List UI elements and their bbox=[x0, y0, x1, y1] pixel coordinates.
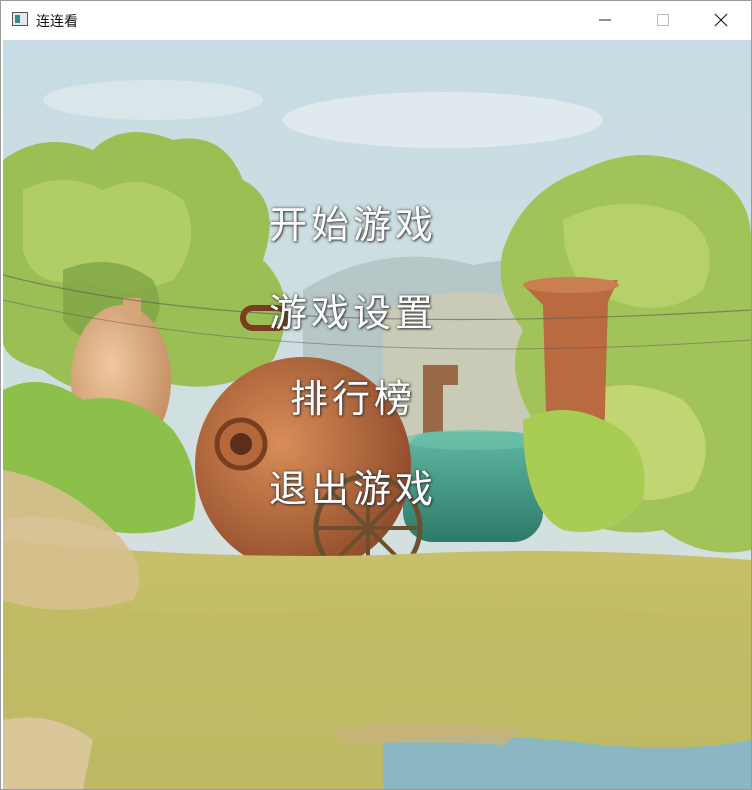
app-icon bbox=[12, 12, 28, 26]
game-settings-button[interactable]: 游戏设置 bbox=[203, 282, 503, 337]
exit-game-button[interactable]: 退出游戏 bbox=[203, 458, 503, 513]
minimize-button[interactable] bbox=[576, 1, 634, 39]
leaderboard-button[interactable]: 排行榜 bbox=[203, 368, 503, 423]
minimize-icon bbox=[599, 19, 611, 21]
background-scene: 开始游戏 游戏设置 排行榜 退出游戏 bbox=[3, 40, 751, 789]
window-title: 连连看 bbox=[36, 14, 78, 30]
close-icon bbox=[714, 13, 728, 27]
maximize-button[interactable] bbox=[634, 1, 692, 39]
title-bar: 连连看 bbox=[1, 1, 751, 39]
app-window: 连连看 开始游戏 游戏设置 排行榜 退出游戏 bbox=[0, 0, 752, 790]
start-game-button[interactable]: 开始游戏 bbox=[203, 194, 503, 249]
close-button[interactable] bbox=[692, 1, 750, 39]
maximize-icon bbox=[657, 14, 669, 26]
